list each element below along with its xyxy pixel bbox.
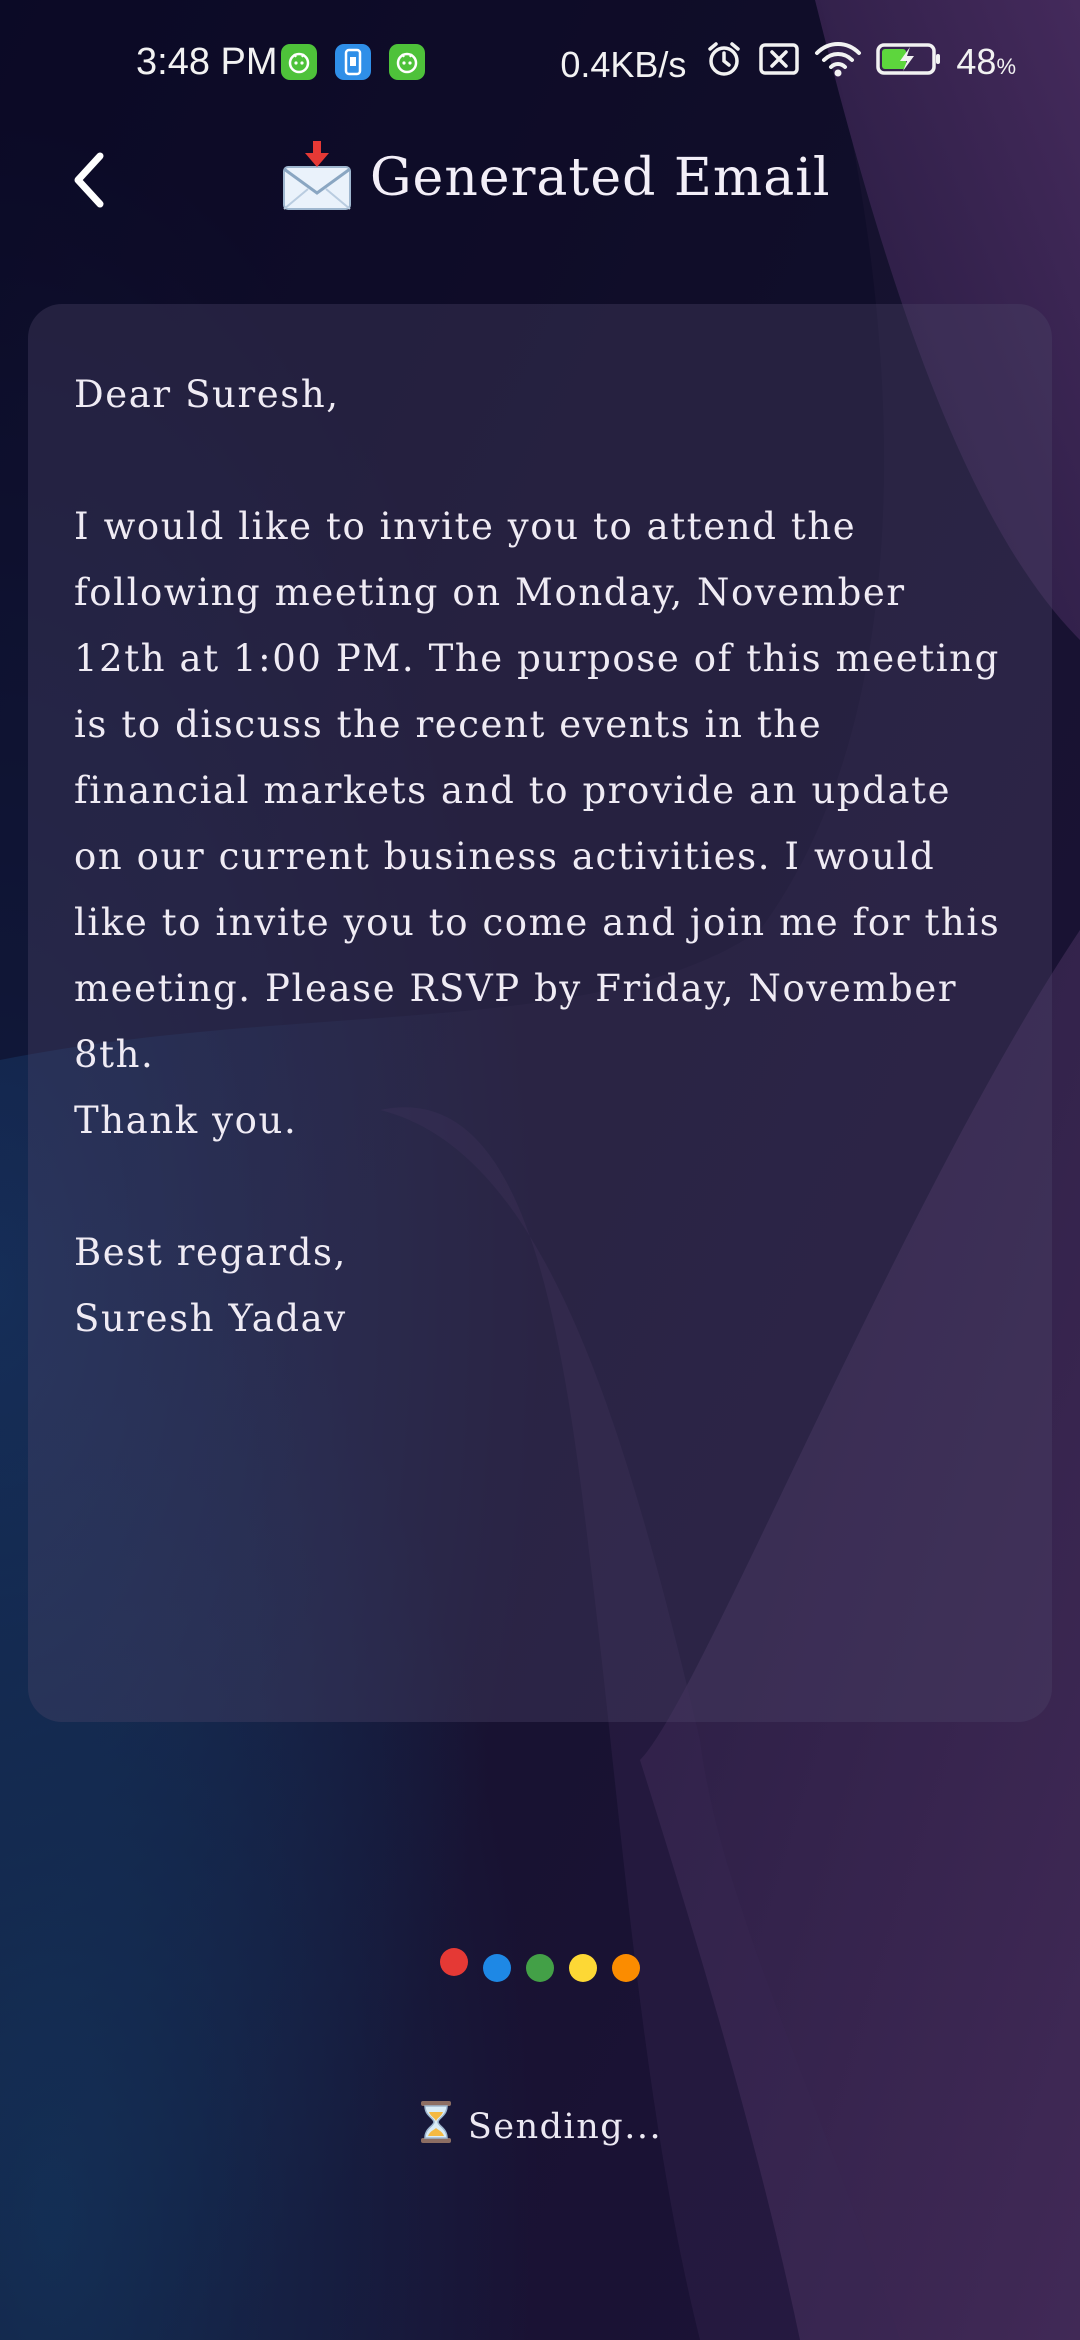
email-card: Dear Suresh, I would like to invite you … [28, 304, 1052, 1722]
loading-dot [483, 1954, 511, 1982]
wifi-icon [814, 39, 862, 91]
notification-icons [281, 44, 425, 80]
hourglass-icon [418, 2100, 454, 2153]
loading-indicator [440, 1948, 640, 1982]
status-bar: 3:48 PM 0.4KB/s 48% [0, 0, 1080, 126]
loading-dot [612, 1954, 640, 1982]
loading-dot [526, 1954, 554, 1982]
battery-percent: 48% [956, 41, 1016, 82]
chevron-left-icon [74, 152, 104, 208]
page-title: Generated Email [370, 148, 831, 208]
app-header: Generated Email [0, 126, 1080, 230]
sending-text: Sending... [467, 2106, 663, 2147]
title-group: Generated Email [280, 136, 830, 220]
sim-app-icon [335, 44, 371, 80]
loading-dot [440, 1948, 468, 1976]
status-time: 3:48 PM [136, 41, 278, 83]
android-robot-icon [281, 44, 317, 80]
envelope-download-icon [280, 139, 354, 217]
loading-dot [569, 1954, 597, 1982]
no-sim-icon [758, 41, 800, 89]
back-button[interactable] [56, 148, 120, 212]
alarm-icon [704, 39, 744, 91]
battery-charging-icon [876, 41, 942, 89]
email-body: Dear Suresh, I would like to invite you … [74, 373, 1001, 1340]
system-status: 0.4KB/s 48% [560, 38, 1016, 91]
android-robot-icon [389, 44, 425, 80]
network-speed: 0.4KB/s [560, 43, 687, 85]
sending-status: Sending... [0, 2100, 1080, 2153]
